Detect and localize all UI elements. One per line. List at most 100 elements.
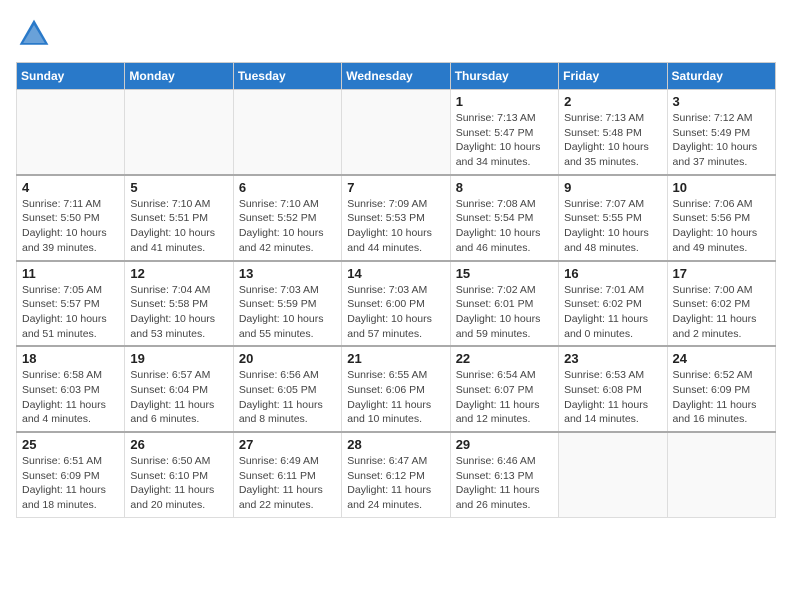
day-detail: Sunrise: 7:05 AM Sunset: 5:57 PM Dayligh… <box>22 283 119 342</box>
day-number: 6 <box>239 180 336 195</box>
day-detail: Sunrise: 7:00 AM Sunset: 6:02 PM Dayligh… <box>673 283 770 342</box>
day-detail: Sunrise: 6:47 AM Sunset: 6:12 PM Dayligh… <box>347 454 444 513</box>
day-detail: Sunrise: 7:04 AM Sunset: 5:58 PM Dayligh… <box>130 283 227 342</box>
calendar-header: SundayMondayTuesdayWednesdayThursdayFrid… <box>17 63 776 90</box>
day-detail: Sunrise: 7:10 AM Sunset: 5:51 PM Dayligh… <box>130 197 227 256</box>
calendar-cell: 13 Sunrise: 7:03 AM Sunset: 5:59 PM Dayli… <box>233 261 341 347</box>
day-number: 20 <box>239 351 336 366</box>
calendar-cell: 21 Sunrise: 6:55 AM Sunset: 6:06 PM Dayli… <box>342 346 450 432</box>
day-number: 16 <box>564 266 661 281</box>
day-detail: Sunrise: 7:06 AM Sunset: 5:56 PM Dayligh… <box>673 197 770 256</box>
calendar-body: 1 Sunrise: 7:13 AM Sunset: 5:47 PM Daylig… <box>17 90 776 518</box>
day-detail: Sunrise: 6:49 AM Sunset: 6:11 PM Dayligh… <box>239 454 336 513</box>
day-number: 25 <box>22 437 119 452</box>
day-number: 27 <box>239 437 336 452</box>
day-detail: Sunrise: 6:57 AM Sunset: 6:04 PM Dayligh… <box>130 368 227 427</box>
logo <box>16 16 56 52</box>
day-detail: Sunrise: 7:02 AM Sunset: 6:01 PM Dayligh… <box>456 283 553 342</box>
calendar-cell: 11Sunrise: 7:05 AM Sunset: 5:57 PM Dayli… <box>17 261 125 347</box>
day-number: 12 <box>130 266 227 281</box>
days-of-week-row: SundayMondayTuesdayWednesdayThursdayFrid… <box>17 63 776 90</box>
calendar-cell: 10 Sunrise: 7:06 AM Sunset: 5:56 PM Dayli… <box>667 175 775 261</box>
day-of-week-header: Tuesday <box>233 63 341 90</box>
day-number: 19 <box>130 351 227 366</box>
day-detail: Sunrise: 6:46 AM Sunset: 6:13 PM Dayligh… <box>456 454 553 513</box>
calendar-cell: 4 Sunrise: 7:11 AM Sunset: 5:50 PM Daylig… <box>17 175 125 261</box>
day-detail: Sunrise: 6:51 AM Sunset: 6:09 PM Dayligh… <box>22 454 119 513</box>
page-header <box>16 16 776 52</box>
calendar-cell <box>125 90 233 175</box>
calendar-cell: 2 Sunrise: 7:13 AM Sunset: 5:48 PM Daylig… <box>559 90 667 175</box>
calendar-week-row: 4 Sunrise: 7:11 AM Sunset: 5:50 PM Daylig… <box>17 175 776 261</box>
day-number: 28 <box>347 437 444 452</box>
calendar-cell: 3Sunrise: 7:12 AM Sunset: 5:49 PM Daylig… <box>667 90 775 175</box>
day-detail: Sunrise: 7:07 AM Sunset: 5:55 PM Dayligh… <box>564 197 661 256</box>
calendar-cell <box>559 432 667 517</box>
calendar-week-row: 18 Sunrise: 6:58 AM Sunset: 6:03 PM Dayli… <box>17 346 776 432</box>
calendar-cell: 27 Sunrise: 6:49 AM Sunset: 6:11 PM Dayli… <box>233 432 341 517</box>
day-number: 14 <box>347 266 444 281</box>
calendar-cell: 6 Sunrise: 7:10 AM Sunset: 5:52 PM Daylig… <box>233 175 341 261</box>
day-detail: Sunrise: 6:56 AM Sunset: 6:05 PM Dayligh… <box>239 368 336 427</box>
calendar-cell: 22Sunrise: 6:54 AM Sunset: 6:07 PM Dayli… <box>450 346 558 432</box>
day-of-week-header: Wednesday <box>342 63 450 90</box>
day-of-week-header: Thursday <box>450 63 558 90</box>
day-detail: Sunrise: 7:09 AM Sunset: 5:53 PM Dayligh… <box>347 197 444 256</box>
logo-icon <box>16 16 52 52</box>
day-detail: Sunrise: 7:13 AM Sunset: 5:48 PM Dayligh… <box>564 111 661 170</box>
day-detail: Sunrise: 7:08 AM Sunset: 5:54 PM Dayligh… <box>456 197 553 256</box>
day-detail: Sunrise: 6:52 AM Sunset: 6:09 PM Dayligh… <box>673 368 770 427</box>
calendar-cell: 5 Sunrise: 7:10 AM Sunset: 5:51 PM Daylig… <box>125 175 233 261</box>
day-detail: Sunrise: 6:55 AM Sunset: 6:06 PM Dayligh… <box>347 368 444 427</box>
calendar-week-row: 25 Sunrise: 6:51 AM Sunset: 6:09 PM Dayli… <box>17 432 776 517</box>
day-number: 21 <box>347 351 444 366</box>
day-number: 17 <box>673 266 770 281</box>
day-of-week-header: Monday <box>125 63 233 90</box>
calendar-cell: 18 Sunrise: 6:58 AM Sunset: 6:03 PM Dayli… <box>17 346 125 432</box>
day-detail: Sunrise: 7:13 AM Sunset: 5:47 PM Dayligh… <box>456 111 553 170</box>
calendar-cell: 9 Sunrise: 7:07 AM Sunset: 5:55 PM Daylig… <box>559 175 667 261</box>
day-number: 3 <box>673 94 770 109</box>
day-number: 13 <box>239 266 336 281</box>
day-number: 26 <box>130 437 227 452</box>
day-number: 24 <box>673 351 770 366</box>
day-number: 10 <box>673 180 770 195</box>
calendar-cell <box>17 90 125 175</box>
day-number: 4 <box>22 180 119 195</box>
calendar-cell <box>667 432 775 517</box>
calendar-cell: 7Sunrise: 7:09 AM Sunset: 5:53 PM Daylig… <box>342 175 450 261</box>
calendar-cell: 12 Sunrise: 7:04 AM Sunset: 5:58 PM Dayli… <box>125 261 233 347</box>
calendar-cell: 28 Sunrise: 6:47 AM Sunset: 6:12 PM Dayli… <box>342 432 450 517</box>
calendar-cell: 1 Sunrise: 7:13 AM Sunset: 5:47 PM Daylig… <box>450 90 558 175</box>
calendar-cell: 20 Sunrise: 6:56 AM Sunset: 6:05 PM Dayli… <box>233 346 341 432</box>
day-number: 22 <box>456 351 553 366</box>
day-detail: Sunrise: 7:03 AM Sunset: 5:59 PM Dayligh… <box>239 283 336 342</box>
calendar-cell <box>342 90 450 175</box>
day-of-week-header: Saturday <box>667 63 775 90</box>
day-detail: Sunrise: 7:10 AM Sunset: 5:52 PM Dayligh… <box>239 197 336 256</box>
day-number: 18 <box>22 351 119 366</box>
calendar-week-row: 11Sunrise: 7:05 AM Sunset: 5:57 PM Dayli… <box>17 261 776 347</box>
day-detail: Sunrise: 7:01 AM Sunset: 6:02 PM Dayligh… <box>564 283 661 342</box>
day-number: 8 <box>456 180 553 195</box>
day-detail: Sunrise: 6:50 AM Sunset: 6:10 PM Dayligh… <box>130 454 227 513</box>
calendar-cell: 23Sunrise: 6:53 AM Sunset: 6:08 PM Dayli… <box>559 346 667 432</box>
calendar-table: SundayMondayTuesdayWednesdayThursdayFrid… <box>16 62 776 518</box>
day-detail: Sunrise: 6:58 AM Sunset: 6:03 PM Dayligh… <box>22 368 119 427</box>
day-detail: Sunrise: 6:53 AM Sunset: 6:08 PM Dayligh… <box>564 368 661 427</box>
day-number: 5 <box>130 180 227 195</box>
day-detail: Sunrise: 7:11 AM Sunset: 5:50 PM Dayligh… <box>22 197 119 256</box>
day-of-week-header: Sunday <box>17 63 125 90</box>
day-number: 15 <box>456 266 553 281</box>
calendar-cell: 16 Sunrise: 7:01 AM Sunset: 6:02 PM Dayli… <box>559 261 667 347</box>
day-number: 29 <box>456 437 553 452</box>
day-number: 1 <box>456 94 553 109</box>
calendar-cell: 17 Sunrise: 7:00 AM Sunset: 6:02 PM Dayli… <box>667 261 775 347</box>
calendar-cell: 25 Sunrise: 6:51 AM Sunset: 6:09 PM Dayli… <box>17 432 125 517</box>
day-number: 9 <box>564 180 661 195</box>
calendar-cell: 19 Sunrise: 6:57 AM Sunset: 6:04 PM Dayli… <box>125 346 233 432</box>
day-of-week-header: Friday <box>559 63 667 90</box>
calendar-cell <box>233 90 341 175</box>
day-detail: Sunrise: 7:03 AM Sunset: 6:00 PM Dayligh… <box>347 283 444 342</box>
day-number: 2 <box>564 94 661 109</box>
